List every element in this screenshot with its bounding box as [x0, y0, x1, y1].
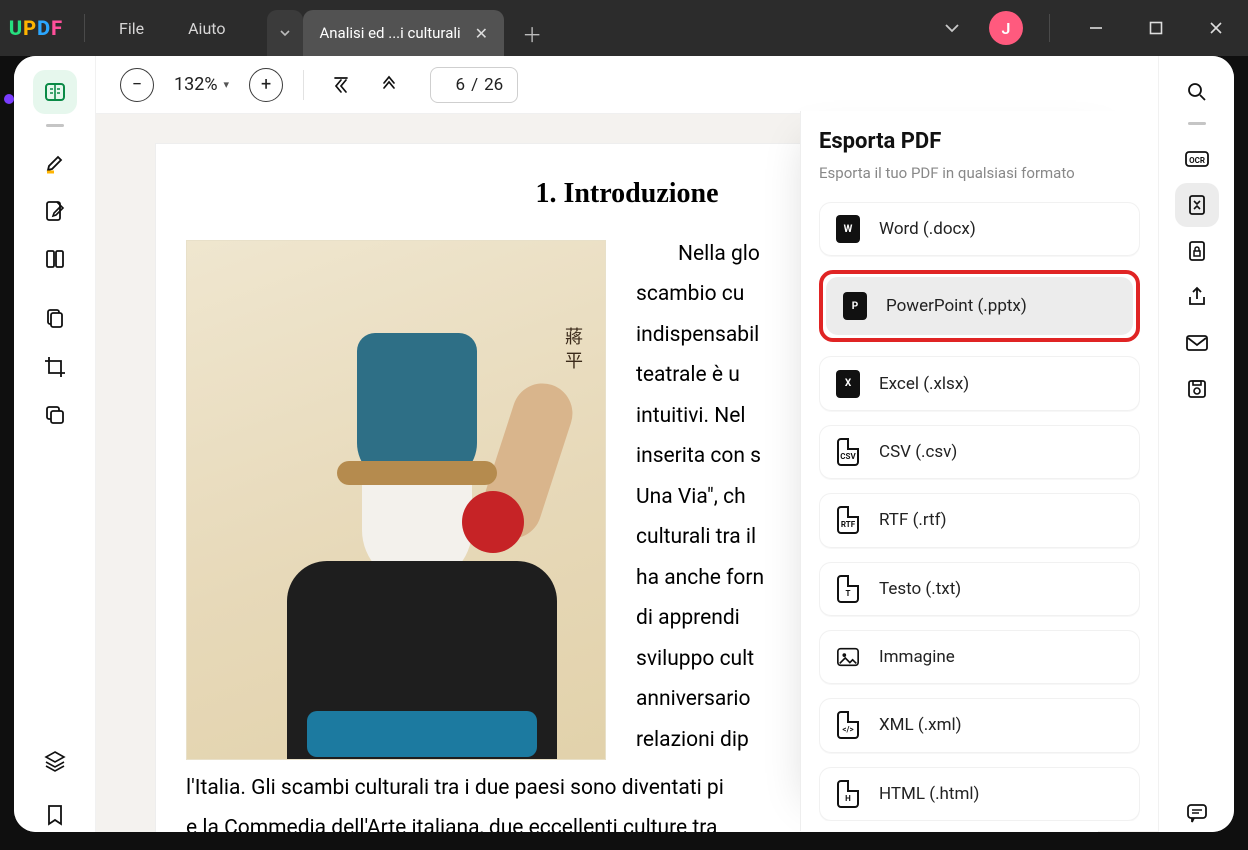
export-panel-subtitle: Esporta il tuo PDF in qualsiasi formato — [819, 164, 1140, 182]
window-maximize-button[interactable] — [1130, 8, 1182, 48]
export-option-label: XML (.xml) — [879, 715, 962, 735]
tab-stub-dropdown[interactable] — [267, 10, 303, 56]
active-tab-title: Analisi ed ...i culturali — [319, 24, 460, 42]
tool-crop[interactable] — [33, 345, 77, 389]
txt-file-icon: T — [835, 574, 861, 604]
rtf-file-icon: RTF — [835, 505, 861, 535]
sidebar-divider — [46, 124, 64, 127]
account-avatar[interactable]: J — [983, 8, 1029, 48]
tool-highlighter[interactable] — [33, 141, 77, 185]
html-file-icon: H — [835, 779, 861, 809]
save-icon[interactable] — [1175, 367, 1219, 411]
separator — [84, 14, 85, 42]
menu-file[interactable]: File — [97, 0, 166, 56]
export-options-list: Word (.docx) PowerPoint (.pptx) Excel (.xl… — [819, 202, 1140, 821]
app-logo: UPDF — [0, 16, 72, 40]
zoom-in-button[interactable]: + — [249, 68, 283, 102]
export-option-pptx-highlighted[interactable]: PowerPoint (.pptx) — [819, 270, 1140, 342]
tab-strip: Analisi ed ...i culturali ✕ ＋ — [267, 0, 550, 56]
page-indicator[interactable]: 6 / 26 — [430, 67, 518, 103]
export-option-label: Excel (.xlsx) — [879, 374, 969, 394]
tool-batch[interactable] — [33, 393, 77, 437]
figure-caption: 蔣平 — [555, 327, 589, 375]
export-option-label: PowerPoint (.pptx) — [886, 296, 1027, 316]
export-option-label: Word (.docx) — [879, 219, 976, 239]
export-option-label: Immagine — [879, 647, 955, 667]
window-minimize-button[interactable] — [1070, 8, 1122, 48]
bookmark-icon[interactable] — [33, 793, 77, 832]
right-sidebar: OCR — [1158, 56, 1234, 832]
export-panel: Esporta PDF Esporta il tuo PDF in qualsi… — [800, 111, 1158, 831]
spacer — [33, 285, 77, 293]
tool-reader-mode[interactable] — [33, 70, 77, 114]
img-file-icon — [835, 642, 861, 672]
tool-annotate[interactable] — [33, 189, 77, 233]
export-option-csv[interactable]: CSV CSV (.csv) — [819, 425, 1140, 479]
close-tab-icon[interactable]: ✕ — [475, 24, 488, 43]
title-bar: UPDF File Aiuto Analisi ed ...i cultural… — [0, 0, 1248, 56]
csv-file-icon: CSV — [835, 437, 861, 467]
zoom-out-button[interactable]: − — [120, 68, 154, 102]
export-option-xlsx[interactable]: Excel (.xlsx) — [819, 356, 1140, 410]
new-tab-button[interactable]: ＋ — [514, 10, 550, 56]
ocr-icon[interactable]: OCR — [1175, 137, 1219, 181]
export-option-rtf[interactable]: RTF RTF (.rtf) — [819, 493, 1140, 547]
active-tab[interactable]: Analisi ed ...i culturali ✕ — [303, 10, 504, 56]
search-icon[interactable] — [1175, 70, 1219, 114]
export-option-label: RTF (.rtf) — [879, 510, 947, 530]
document-figure: 蔣平 — [186, 240, 606, 760]
svg-text:OCR: OCR — [1189, 156, 1205, 165]
first-page-button[interactable] — [324, 68, 358, 102]
separator — [303, 70, 304, 100]
title-dropdown-button[interactable] — [929, 8, 975, 48]
export-option-label: CSV (.csv) — [879, 442, 957, 462]
word-file-icon — [835, 214, 861, 244]
export-icon[interactable] — [1175, 183, 1219, 227]
chevron-down-icon: ▾ — [224, 78, 230, 91]
zoom-level-dropdown[interactable]: 132% ▾ — [168, 74, 235, 95]
separator — [1049, 14, 1050, 42]
viewer-toolbar: − 132% ▾ + 6 / 26 — [96, 56, 1158, 114]
page-separator: / — [471, 75, 478, 95]
export-option-img[interactable]: Immagine — [819, 630, 1140, 684]
comments-icon[interactable] — [1175, 791, 1219, 832]
export-option-word[interactable]: Word (.docx) — [819, 202, 1140, 256]
export-option-html[interactable]: H HTML (.html) — [819, 767, 1140, 821]
page-total: 26 — [484, 75, 503, 95]
pptx-file-icon — [842, 291, 868, 321]
menu-help[interactable]: Aiuto — [166, 0, 247, 56]
sidebar-divider — [1188, 122, 1206, 125]
left-sidebar — [14, 56, 96, 832]
export-option-label: Testo (.txt) — [879, 579, 961, 599]
layers-icon[interactable] — [33, 739, 77, 783]
share-icon[interactable] — [1175, 275, 1219, 319]
app-indicator-pip — [4, 94, 14, 104]
zoom-level-value: 132% — [174, 74, 218, 95]
page-current: 6 — [445, 75, 465, 95]
email-icon[interactable] — [1175, 321, 1219, 365]
export-option-label: HTML (.html) — [879, 784, 979, 804]
xlsx-file-icon — [835, 369, 861, 399]
protect-icon[interactable] — [1175, 229, 1219, 273]
tool-page-layout[interactable] — [33, 237, 77, 281]
export-option-pptx[interactable]: PowerPoint (.pptx) — [826, 277, 1133, 335]
export-option-txt[interactable]: T Testo (.txt) — [819, 562, 1140, 616]
window-close-button[interactable] — [1190, 8, 1242, 48]
export-option-xml[interactable]: </> XML (.xml) — [819, 698, 1140, 752]
xml-file-icon: </> — [835, 710, 861, 740]
export-panel-title: Esporta PDF — [819, 129, 1140, 154]
tool-organize-pages[interactable] — [33, 297, 77, 341]
app-shell: − 132% ▾ + 6 / 26 1. Introduzione — [14, 56, 1234, 832]
prev-page-button[interactable] — [372, 68, 406, 102]
